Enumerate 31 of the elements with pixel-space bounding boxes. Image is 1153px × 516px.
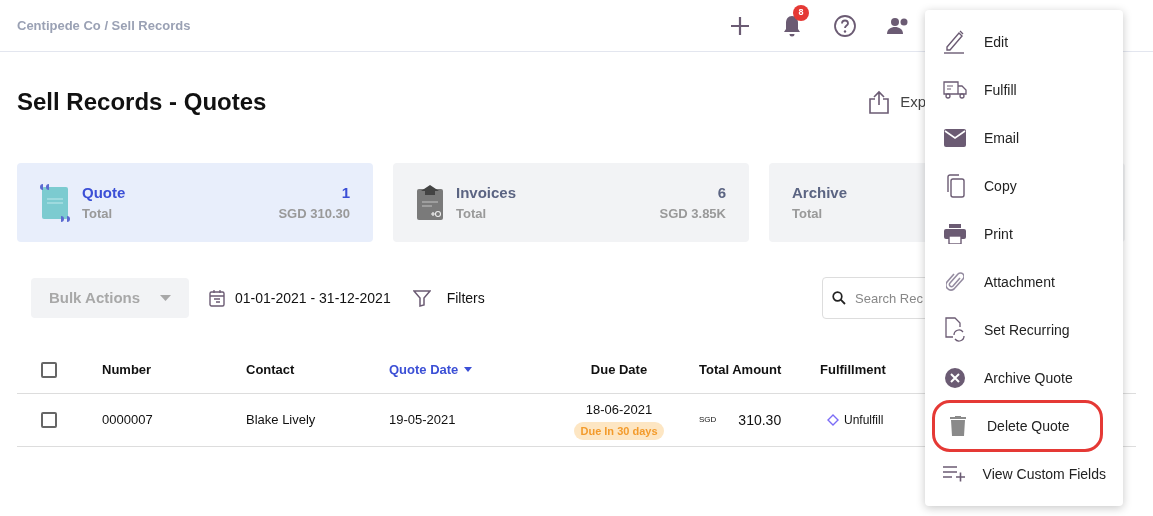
currency-label: SGD bbox=[699, 414, 717, 426]
menu-label: Email bbox=[984, 128, 1019, 148]
menu-label: Set Recurring bbox=[984, 320, 1070, 340]
card-subtitle: Total bbox=[792, 205, 824, 223]
menu-label: Print bbox=[984, 224, 1013, 244]
card-count: 1 bbox=[341, 182, 350, 203]
card-amount: SGD 310.30 bbox=[278, 205, 350, 223]
card-count: 6 bbox=[717, 182, 726, 203]
table-cell-text: 310.30 bbox=[738, 410, 782, 430]
menu-label: Copy bbox=[984, 176, 1017, 196]
card-title: Invoices bbox=[456, 182, 517, 203]
menu-label: View Custom Fields bbox=[982, 464, 1106, 484]
table-cell: Blake Lively bbox=[246, 412, 316, 428]
menu-label: Edit bbox=[984, 32, 1009, 52]
card-title: Archive bbox=[792, 182, 848, 203]
menu-label: Archive Quote bbox=[984, 368, 1073, 388]
menu-label: Delete Quote bbox=[987, 416, 1070, 436]
card-amount: SGD 3.85K bbox=[659, 205, 726, 223]
table-cell-text: 18-06-2021 bbox=[585, 401, 653, 419]
menu-label: Fulfill bbox=[984, 80, 1017, 100]
page-title: Sell Records - Quotes bbox=[17, 87, 267, 117]
table-cell: 0000007 bbox=[102, 412, 153, 428]
table-cell: 19-05-2021 bbox=[389, 412, 456, 428]
notification-badge: 8 bbox=[793, 4, 809, 21]
table-cell-text: Unfulfill bbox=[844, 412, 884, 429]
card-title: Quote bbox=[82, 182, 126, 203]
due-badge: Due In 30 days bbox=[574, 421, 664, 440]
breadcrumb: Centipede Co / Sell Records bbox=[17, 16, 191, 35]
menu-label: Attachment bbox=[984, 272, 1055, 292]
card-subtitle: Total bbox=[456, 205, 488, 223]
card-subtitle: Total bbox=[82, 205, 114, 223]
